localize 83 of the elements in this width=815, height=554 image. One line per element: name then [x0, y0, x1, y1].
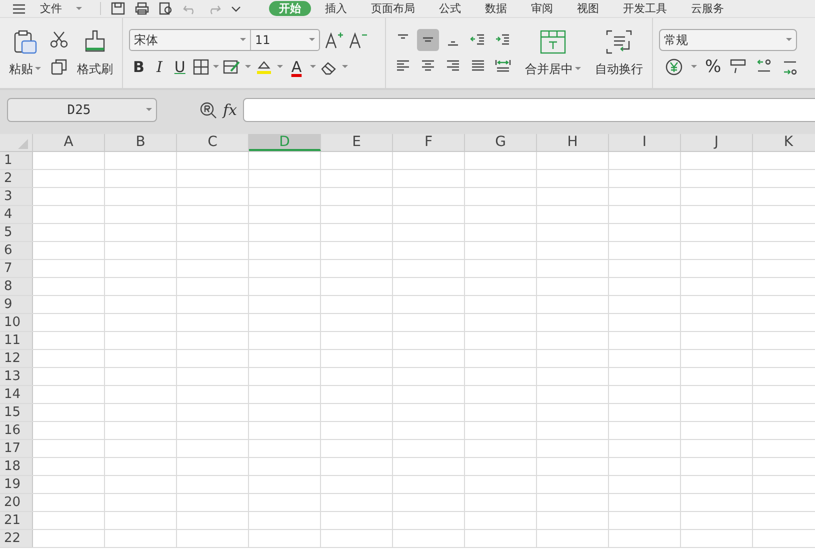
column-header[interactable]: J	[681, 134, 753, 151]
row-header[interactable]: 14	[0, 386, 33, 403]
menu-tab[interactable]: 页面布局	[361, 1, 425, 16]
menu-tab[interactable]: 审阅	[521, 1, 563, 16]
menu-icon[interactable]	[12, 2, 26, 14]
row-header[interactable]: 17	[0, 440, 33, 457]
function-label[interactable]: fx	[223, 101, 238, 119]
copy-icon[interactable]	[50, 58, 68, 76]
row-header[interactable]: 11	[0, 332, 33, 349]
caret-icon[interactable]	[310, 65, 316, 69]
clipboard-icon[interactable]	[12, 28, 38, 54]
menu-tab[interactable]: 云服务	[681, 1, 734, 16]
merge-center-button[interactable]: 合并居中	[522, 26, 584, 80]
column-header[interactable]: E	[321, 134, 393, 151]
menu-tab[interactable]: 视图	[567, 1, 609, 16]
merge-cells-icon[interactable]	[539, 28, 567, 54]
format-painter-button[interactable]: 格式刷	[74, 26, 116, 80]
italic-button[interactable]: I	[152, 57, 166, 77]
dropdown-icon[interactable]	[231, 4, 241, 12]
row-header[interactable]: 20	[0, 494, 33, 511]
printer-icon[interactable]	[135, 2, 149, 15]
caret-icon[interactable]	[786, 38, 792, 42]
save-icon[interactable]	[111, 2, 125, 15]
wrap-text-icon[interactable]	[605, 28, 633, 54]
fill-color-icon[interactable]	[255, 59, 274, 75]
row-header[interactable]: 1	[0, 152, 33, 169]
column-header[interactable]: I	[609, 134, 681, 151]
row-header[interactable]: 2	[0, 170, 33, 187]
caret-icon[interactable]	[213, 65, 220, 69]
align-distribute-icon[interactable]	[495, 58, 511, 74]
row-header[interactable]: 3	[0, 188, 33, 205]
row-header[interactable]: 15	[0, 404, 33, 421]
row-header[interactable]: 5	[0, 224, 33, 241]
borders-icon[interactable]	[193, 59, 210, 75]
caret-icon[interactable]	[277, 65, 284, 69]
decrease-font-size-icon[interactable]	[348, 31, 368, 49]
row-header[interactable]: 12	[0, 350, 33, 367]
caret-icon[interactable]	[575, 67, 581, 71]
caret-icon[interactable]	[691, 65, 697, 69]
wrap-text-button[interactable]: 自动换行	[592, 26, 646, 80]
caret-icon[interactable]	[146, 108, 152, 112]
menu-tab[interactable]: 数据	[475, 1, 517, 16]
menu-tab[interactable]: 插入	[315, 1, 357, 16]
font-color-button[interactable]: A	[287, 57, 306, 77]
row-header[interactable]: 21	[0, 512, 33, 529]
percent-button[interactable]: %	[705, 57, 722, 77]
row-header[interactable]: 10	[0, 314, 33, 331]
bold-button[interactable]: B	[129, 57, 148, 77]
currency-yen-icon[interactable]	[665, 58, 683, 76]
formula-field[interactable]	[243, 98, 815, 122]
caret-icon[interactable]	[342, 65, 348, 69]
menu-tab[interactable]: 文件	[30, 1, 72, 16]
scissors-icon[interactable]	[50, 30, 68, 48]
print-preview-icon[interactable]	[159, 2, 173, 15]
row-header[interactable]: 7	[0, 260, 33, 277]
column-header[interactable]: A	[33, 134, 105, 151]
row-header[interactable]: 18	[0, 458, 33, 475]
row-header[interactable]: 6	[0, 242, 33, 259]
row-header[interactable]: 16	[0, 422, 33, 439]
menu-tab[interactable]: 公式	[429, 1, 471, 16]
row-header[interactable]: 4	[0, 206, 33, 223]
name-box[interactable]: D25	[7, 98, 157, 122]
zoom-icon[interactable]	[199, 101, 217, 119]
menu-tab[interactable]: 开发工具	[613, 1, 677, 16]
caret-icon[interactable]	[76, 6, 82, 10]
row-header[interactable]: 19	[0, 476, 33, 493]
cell-style-icon[interactable]	[223, 59, 242, 75]
column-header[interactable]: H	[537, 134, 609, 151]
underline-button[interactable]: U	[170, 57, 190, 77]
row-header[interactable]: 8	[0, 278, 33, 295]
caret-icon[interactable]	[245, 65, 252, 69]
row-header[interactable]: 22	[0, 530, 33, 547]
column-header[interactable]: F	[393, 134, 465, 151]
paste-label[interactable]: 粘贴	[9, 60, 33, 78]
row-header[interactable]: 9	[0, 296, 33, 313]
column-header[interactable]: G	[465, 134, 537, 151]
column-header[interactable]: K	[753, 134, 815, 151]
row-header[interactable]: 13	[0, 368, 33, 385]
column-header[interactable]: B	[105, 134, 177, 151]
number-format-field[interactable]: 常规	[659, 29, 797, 51]
paste-button[interactable]: 粘贴	[6, 26, 44, 80]
caret-icon[interactable]	[35, 67, 41, 71]
increase-font-size-icon[interactable]	[324, 31, 344, 49]
